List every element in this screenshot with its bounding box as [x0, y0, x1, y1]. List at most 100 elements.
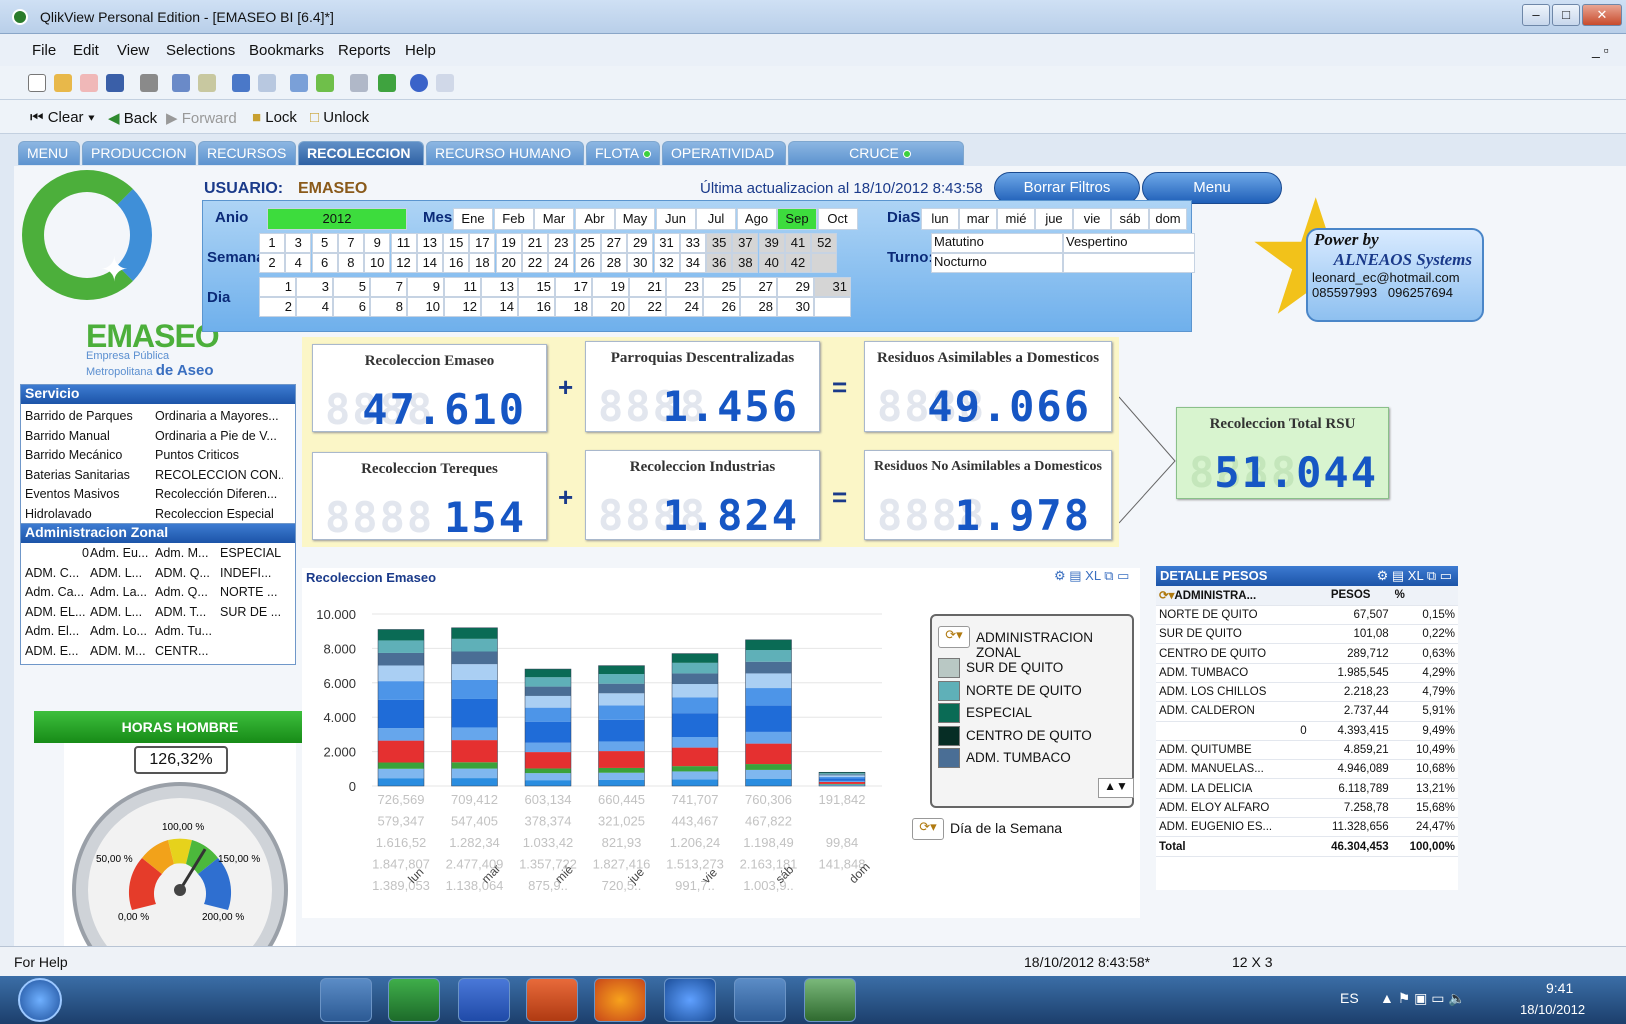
adm-zonal-item[interactable]: CENTR... [155, 644, 219, 658]
bar-segment[interactable] [525, 669, 571, 678]
semana-cell[interactable]: 34 [679, 253, 706, 273]
table-row[interactable]: NORTE DE QUITO 67,507 0,15% [1156, 605, 1458, 626]
bar-segment[interactable] [598, 693, 645, 706]
dia-cell[interactable]: 26 [703, 297, 740, 317]
bar-segment[interactable] [525, 773, 571, 781]
cycle-dimension-icon[interactable]: ⟳▾ [938, 626, 970, 648]
semana-cell[interactable]: 42 [785, 253, 811, 273]
adm-zonal-item[interactable]: Adm. La... [90, 585, 154, 599]
bar-segment[interactable] [819, 782, 865, 784]
bar-segment[interactable] [378, 768, 424, 779]
bar-segment[interactable] [598, 772, 645, 780]
menu-edit[interactable]: Edit [73, 42, 99, 59]
semana-cell[interactable]: 22 [522, 253, 548, 273]
semana-cell[interactable]: 25 [574, 233, 601, 253]
bar-segment[interactable] [378, 665, 424, 682]
bar-segment[interactable] [745, 769, 792, 779]
dia-cell[interactable]: 10 [407, 297, 444, 317]
semana-cell[interactable]: 8 [337, 253, 364, 273]
close-button[interactable]: ✕ [1582, 4, 1622, 26]
servicio-item[interactable]: RECOLECCION CON... [155, 468, 283, 482]
diasem-3[interactable]: jue [1035, 208, 1073, 230]
bar-segment[interactable] [672, 766, 718, 772]
legend-item[interactable]: SUR DE QUITO [966, 660, 1063, 675]
adm-zonal-item[interactable]: Adm. Lo... [90, 624, 154, 638]
minimize-button[interactable]: – [1522, 4, 1550, 26]
bar-segment[interactable] [672, 697, 718, 714]
semana-cell[interactable]: 39 [758, 233, 785, 253]
menu-bookmarks[interactable]: Bookmarks [249, 42, 324, 59]
table-row[interactable]: ADM. TUMBACO 1.985,545 4,29% [1156, 663, 1458, 683]
dia-cell[interactable]: 19 [592, 277, 629, 297]
tab-cruce[interactable]: CRUCE [788, 141, 964, 165]
semana-cell[interactable]: 37 [732, 233, 759, 253]
dia-cell[interactable]: 23 [666, 277, 703, 297]
adm-zonal-item[interactable]: ADM. T... [155, 605, 219, 619]
bar-segment[interactable] [745, 688, 792, 706]
table-row[interactable]: Total 46.304,453 100,00% [1156, 836, 1458, 857]
turno-matutino[interactable]: Matutino [931, 233, 1063, 253]
bar-segment[interactable] [745, 650, 792, 662]
bar-segment[interactable] [451, 679, 498, 699]
bar-segment[interactable] [525, 707, 571, 722]
mes-sep[interactable]: Sep [777, 208, 817, 230]
dia-cell[interactable]: 30 [777, 297, 814, 317]
adm-zonal-item[interactable]: Adm. El... [25, 624, 89, 638]
bar-segment[interactable] [451, 651, 498, 665]
servicio-item[interactable]: Baterias Sanitarias [25, 468, 153, 482]
word-icon[interactable] [458, 978, 510, 1022]
semana-cell[interactable] [811, 253, 838, 273]
start-button-icon[interactable] [18, 978, 62, 1022]
bar-segment[interactable] [525, 752, 571, 769]
bar-segment[interactable] [451, 664, 498, 680]
menu-view[interactable]: View [117, 42, 149, 59]
servicio-item[interactable]: Barrido Mecánico [25, 448, 153, 462]
bar-segment[interactable] [525, 695, 571, 708]
bar-segment[interactable] [745, 778, 792, 786]
adm-zonal-item[interactable]: 0 [25, 546, 89, 560]
maximize-button[interactable]: □ [1552, 4, 1580, 26]
bar-segment[interactable] [451, 762, 498, 769]
undo-icon[interactable] [232, 74, 250, 92]
dia-cell[interactable]: 20 [592, 297, 629, 317]
dia-cell[interactable]: 1 [259, 277, 296, 297]
servicio-item[interactable]: Recolección Diferen... [155, 487, 283, 501]
dia-cell[interactable]: 12 [444, 297, 481, 317]
outlook-icon[interactable] [320, 978, 372, 1022]
servicio-item[interactable]: Ordinaria a Mayores... [155, 409, 283, 423]
servicio-item[interactable]: Puntos Criticos [155, 448, 283, 462]
table-row[interactable]: 0 4.393,415 9,49% [1156, 721, 1458, 741]
semana-cell[interactable]: 18 [469, 253, 496, 273]
tab-recursos[interactable]: RECURSOS [198, 141, 296, 181]
semana-cell[interactable]: 35 [706, 233, 733, 253]
select-check-icon[interactable] [316, 74, 334, 92]
bar-segment[interactable] [672, 747, 718, 767]
legend-item[interactable]: ADM. TUMBACO [966, 750, 1071, 765]
dia-cell[interactable] [814, 297, 851, 317]
bar-segment[interactable] [451, 727, 498, 741]
adm-zonal-item[interactable]: ADM. Q... [155, 566, 219, 580]
bar-segment[interactable] [598, 674, 645, 684]
semana-cell[interactable]: 26 [574, 253, 601, 273]
legend-item[interactable]: ESPECIAL [966, 705, 1032, 720]
bar-segment[interactable] [598, 751, 645, 768]
powerpoint-icon[interactable] [526, 978, 578, 1022]
bar-segment[interactable] [525, 686, 571, 696]
semana-cell[interactable]: 11 [390, 233, 417, 253]
bar-segment[interactable] [378, 778, 424, 786]
mes-oct[interactable]: Oct [817, 208, 858, 230]
diasem-2[interactable]: mié [997, 208, 1035, 230]
unlock-button[interactable]: □ Unlock [310, 109, 369, 126]
semana-cell[interactable]: 40 [758, 253, 785, 273]
diasem-1[interactable]: mar [959, 208, 997, 230]
table-row[interactable]: CENTRO DE QUITO 289,712 0,63% [1156, 643, 1458, 664]
semana-cell[interactable]: 3 [285, 233, 312, 253]
servicio-item[interactable]: Ordinaria a Pie de V... [155, 429, 283, 443]
dia-cell[interactable]: 18 [555, 297, 592, 317]
adm-zonal-item[interactable]: Adm. Q... [155, 585, 219, 599]
semana-cell[interactable]: 15 [443, 233, 470, 253]
bar-segment[interactable] [745, 661, 792, 674]
table-row[interactable]: ADM. LOS CHILLOS 2.218,23 4,79% [1156, 682, 1458, 703]
bar-segment[interactable] [525, 780, 571, 786]
dia-cell[interactable]: 3 [296, 277, 333, 297]
